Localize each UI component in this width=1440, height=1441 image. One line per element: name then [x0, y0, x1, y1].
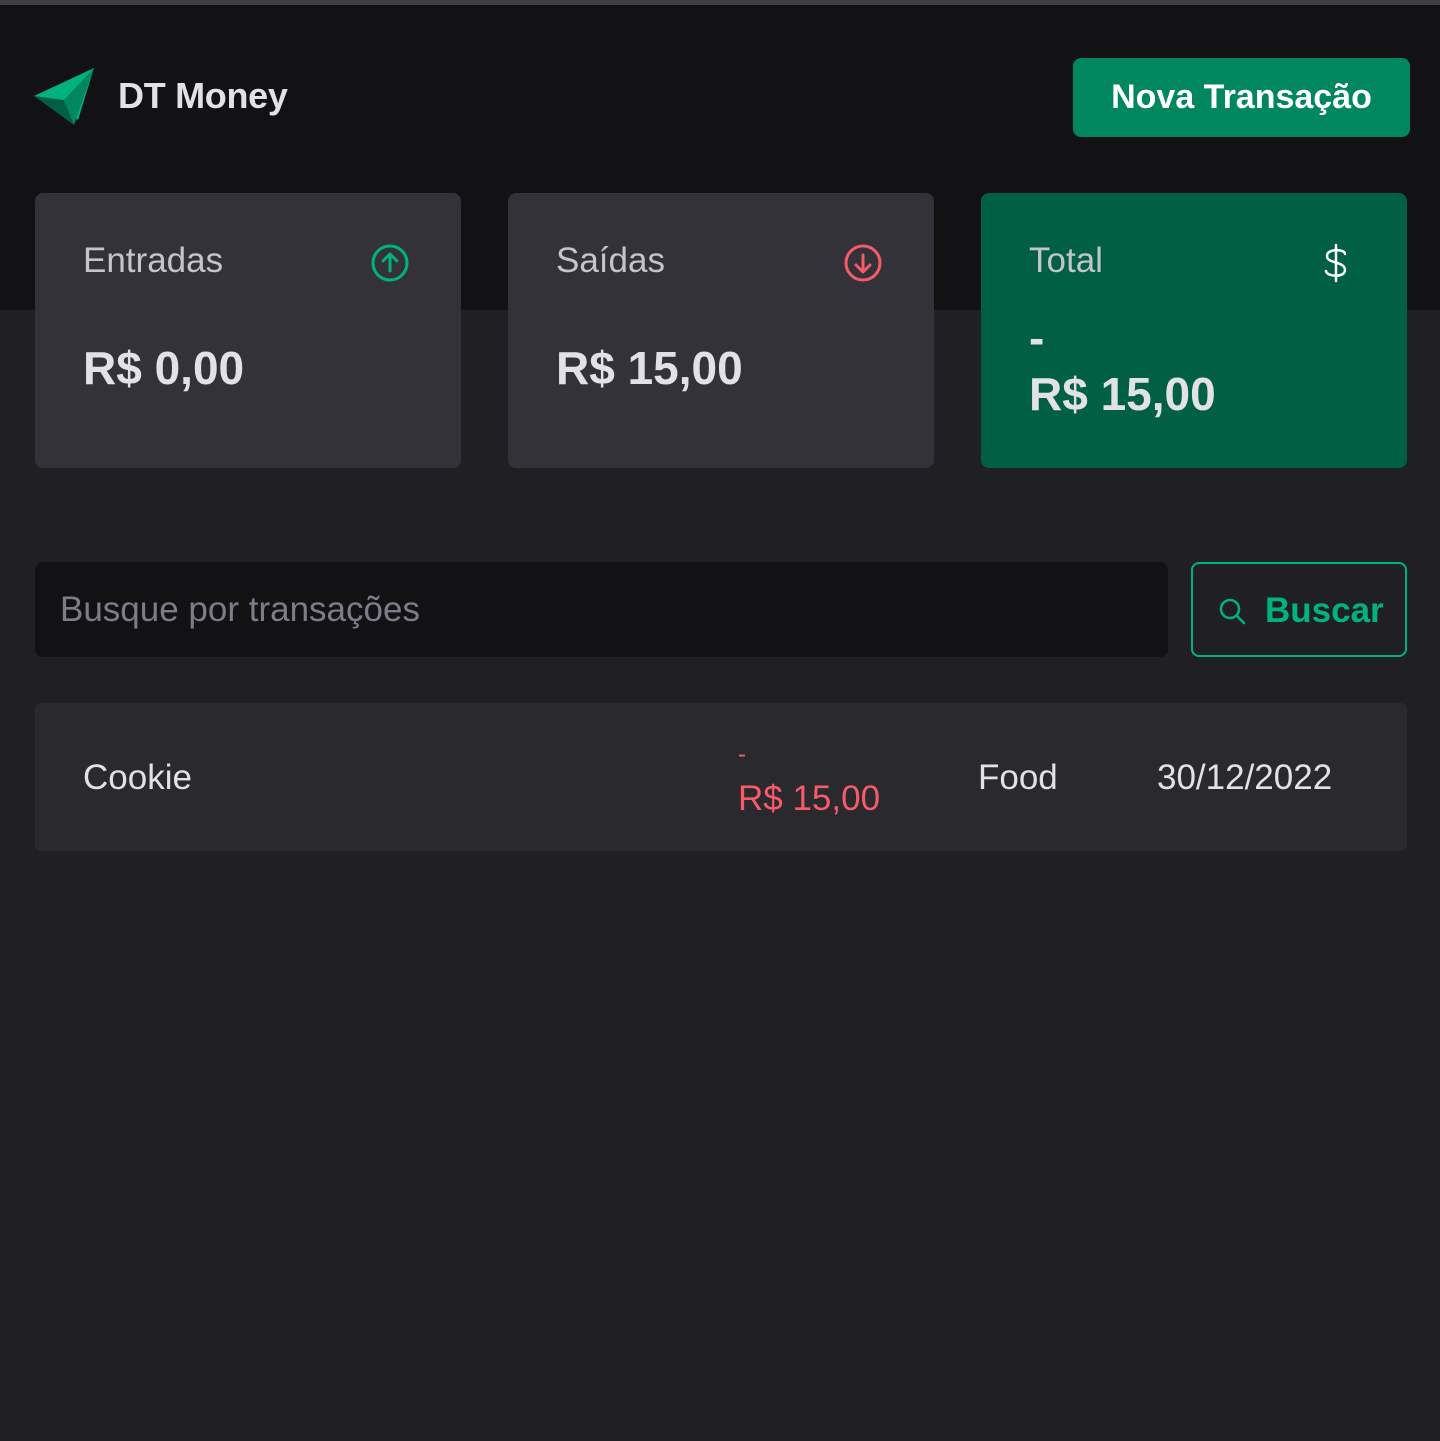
arrow-circle-down-icon: [844, 244, 882, 282]
outcome-value: R$ 15,00: [556, 342, 743, 394]
total-sign: -: [1029, 312, 1045, 364]
search-icon: [1219, 598, 1246, 625]
total-value: R$ 15,00: [1029, 368, 1216, 420]
new-transaction-button[interactable]: Nova Transação: [1073, 58, 1410, 137]
income-value: R$ 0,00: [83, 342, 245, 394]
total-card: Total - R$ 15,00: [981, 193, 1407, 468]
outcome-label: Saídas: [556, 241, 665, 280]
brand-name: DT Money: [118, 75, 288, 116]
transaction-date: 30/12/2022: [1157, 758, 1333, 797]
total-label: Total: [1029, 241, 1103, 280]
transaction-category: Food: [978, 758, 1058, 797]
income-card: Entradas R$ 0,00: [35, 193, 461, 468]
search-button-label: Buscar: [1265, 591, 1384, 630]
table-row: Cookie - R$ 15,00 Food 30/12/2022: [35, 703, 1407, 851]
dollar-sign-icon: [1324, 243, 1347, 283]
transaction-amount: R$ 15,00: [738, 779, 881, 818]
transaction-sign: -: [738, 741, 746, 768]
outcome-card: Saídas R$ 15,00: [508, 193, 934, 468]
logo-icon: [34, 68, 94, 125]
transaction-description: Cookie: [83, 758, 192, 797]
search-input[interactable]: [35, 562, 1168, 657]
search-button[interactable]: Buscar: [1191, 562, 1407, 657]
arrow-circle-up-icon: [371, 244, 409, 282]
income-label: Entradas: [83, 241, 224, 280]
